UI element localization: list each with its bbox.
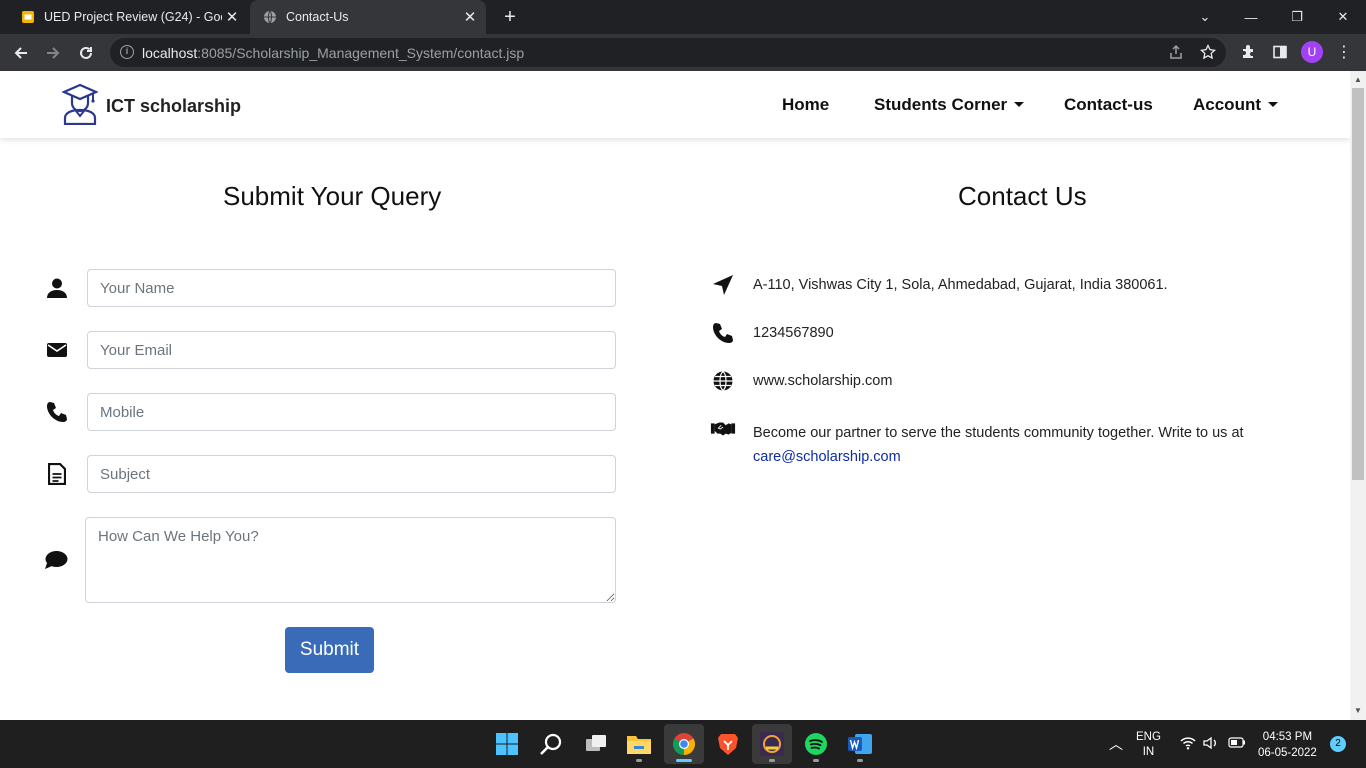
running-indicator: [636, 759, 642, 762]
url-text: localhost:8085/Scholarship_Management_Sy…: [142, 45, 525, 61]
contact-heading: Contact Us: [958, 181, 1087, 211]
email-input[interactable]: [87, 331, 616, 369]
nav-students-corner[interactable]: Students Corner: [874, 95, 1025, 115]
notification-badge[interactable]: 2: [1330, 736, 1346, 752]
minimize-button[interactable]: —: [1228, 0, 1274, 34]
show-hidden-icons-chevron-icon[interactable]: ︿: [1109, 734, 1123, 754]
windows-start-icon[interactable]: [487, 724, 527, 764]
submit-button[interactable]: Submit: [285, 627, 374, 673]
slides-icon: [20, 9, 36, 25]
mobile-input[interactable]: [87, 393, 616, 431]
scroll-up-arrow-icon[interactable]: ▲: [1350, 72, 1366, 88]
name-input[interactable]: [87, 269, 616, 307]
close-window-button[interactable]: ✕: [1320, 0, 1366, 34]
brand-name: ICT scholarship: [106, 96, 242, 116]
language-code: ENG: [1136, 731, 1161, 743]
nav-contact-us[interactable]: Contact-us: [1064, 95, 1153, 115]
globe-icon: [262, 9, 278, 25]
browser-toolbar: i localhost:8085/Scholarship_Management_…: [0, 34, 1366, 71]
back-button[interactable]: [8, 40, 34, 66]
windows-taskbar: ︿ ENG IN 04:53 PM 06-05-2022: [0, 720, 1366, 768]
profile-avatar[interactable]: U: [1301, 41, 1323, 63]
contact-phone: 1234567890: [753, 325, 834, 341]
scrollbar-thumb[interactable]: [1352, 88, 1364, 480]
reload-button[interactable]: [73, 40, 99, 66]
running-indicator: [769, 759, 775, 762]
share-icon[interactable]: [1166, 42, 1186, 62]
word-icon[interactable]: [840, 724, 880, 764]
tab-title: Contact-Us: [286, 10, 349, 24]
contact-address: A-110, Vishwas City 1, Sola, Ahmedabad, …: [753, 277, 1168, 293]
tab-slides[interactable]: UED Project Review (G24) - Google Slides…: [8, 0, 248, 34]
nav-students-corner-label: Students Corner: [874, 95, 1008, 114]
scroll-down-arrow-icon[interactable]: ▼: [1350, 703, 1366, 719]
nav-account[interactable]: Account: [1193, 95, 1278, 115]
nav-home[interactable]: Home: [782, 95, 829, 115]
side-panel-icon[interactable]: [1270, 42, 1290, 62]
task-view-icon[interactable]: [576, 724, 616, 764]
running-indicator: [813, 759, 819, 762]
brand-logo-link[interactable]: ICT scholarship: [61, 83, 242, 130]
site-navbar: ICT scholarship Home Students Corner Con…: [0, 71, 1350, 138]
partner-email-link[interactable]: care@scholarship.com: [753, 449, 901, 465]
tab-search-icon[interactable]: ⌄: [1182, 0, 1228, 34]
game-app-icon[interactable]: [752, 724, 792, 764]
tab-contact-us[interactable]: Contact-Us ✕: [250, 0, 486, 34]
more-menu-icon[interactable]: ⋮: [1334, 42, 1354, 62]
partner-text: Become our partner to serve the students…: [753, 421, 1293, 469]
language-indicator[interactable]: ENG IN: [1136, 730, 1161, 760]
speech-bubble-icon: [44, 548, 68, 572]
clock-time: 04:53 PM: [1262, 731, 1313, 743]
address-bar[interactable]: i localhost:8085/Scholarship_Management_…: [110, 38, 1226, 67]
search-icon[interactable]: [531, 724, 571, 764]
clock-date: 06-05-2022: [1258, 747, 1317, 759]
nav-account-label: Account: [1193, 95, 1261, 114]
site-info-icon[interactable]: i: [120, 45, 134, 59]
tab-title: UED Project Review (G24) - Google Slides: [44, 10, 222, 24]
subject-input[interactable]: [87, 455, 616, 493]
new-tab-button[interactable]: +: [498, 5, 522, 29]
contact-website[interactable]: www.scholarship.com: [753, 373, 892, 389]
spotify-icon[interactable]: [796, 724, 836, 764]
brave-icon[interactable]: [708, 724, 748, 764]
envelope-icon: [45, 338, 69, 362]
location-arrow-icon: [710, 272, 736, 298]
clock[interactable]: 04:53 PM 06-05-2022: [1258, 729, 1317, 761]
phone-icon: [45, 400, 69, 424]
document-icon: [45, 462, 69, 486]
running-indicator: [857, 759, 863, 762]
handshake-icon: [710, 416, 736, 442]
graduate-logo-icon: [61, 83, 99, 130]
form-heading: Submit Your Query: [223, 181, 442, 211]
active-indicator: [676, 759, 692, 762]
message-textarea[interactable]: [85, 517, 616, 603]
battery-icon[interactable]: [1228, 737, 1246, 751]
phone-icon: [710, 320, 736, 346]
close-tab-icon[interactable]: ✕: [460, 8, 480, 26]
restore-button[interactable]: ❐: [1274, 0, 1320, 34]
close-tab-icon[interactable]: ✕: [222, 8, 242, 26]
user-icon: [45, 276, 69, 300]
chrome-icon[interactable]: [664, 724, 704, 764]
wifi-icon[interactable]: [1180, 736, 1196, 753]
browser-tab-bar: UED Project Review (G24) - Google Slides…: [0, 0, 1366, 34]
volume-icon[interactable]: [1203, 736, 1219, 753]
forward-button[interactable]: [40, 40, 66, 66]
bookmark-star-icon[interactable]: [1198, 42, 1218, 62]
file-explorer-icon[interactable]: [619, 724, 659, 764]
extensions-icon[interactable]: [1238, 42, 1258, 62]
caret-down-icon: [1014, 102, 1025, 107]
region-code: IN: [1142, 746, 1155, 758]
globe-icon: [710, 368, 736, 394]
caret-down-icon: [1268, 102, 1278, 107]
partner-description: Become our partner to serve the students…: [753, 425, 1244, 441]
